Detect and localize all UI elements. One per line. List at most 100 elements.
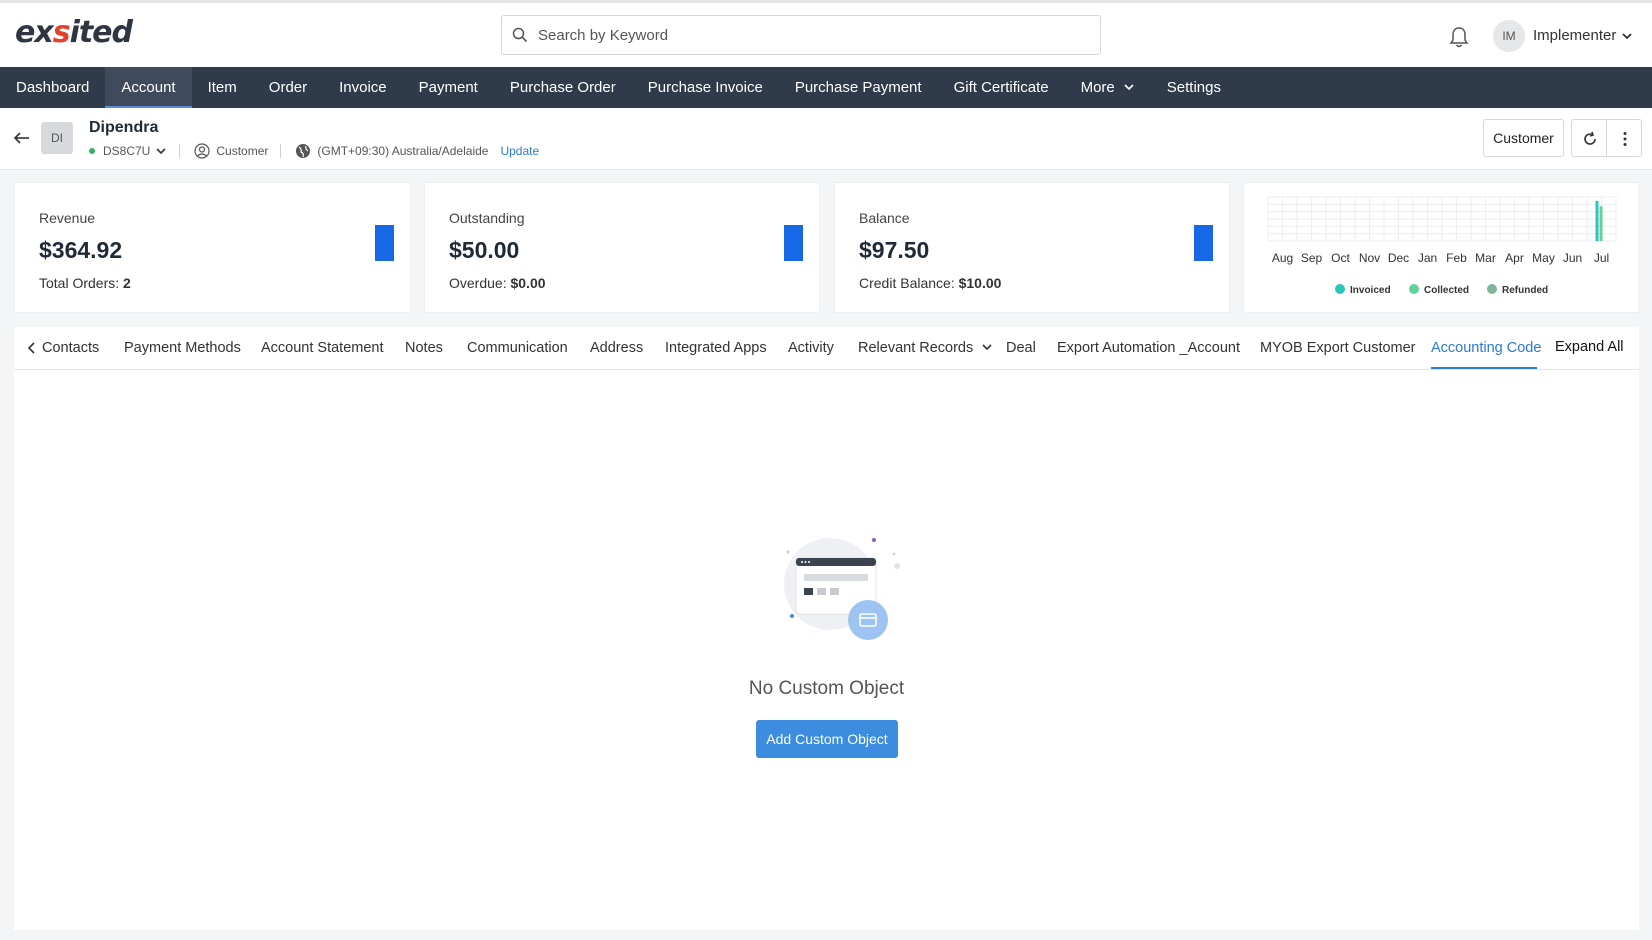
- tab-address[interactable]: Address: [590, 340, 643, 356]
- search-box[interactable]: [501, 15, 1101, 55]
- account-tabs: Contacts Payment Methods Account Stateme…: [14, 327, 1639, 370]
- tab-content: No Custom Object Add Custom Object: [14, 370, 1639, 930]
- card-subtext: Total Orders: 2: [39, 275, 131, 291]
- chart-x-tick-label: Sep: [1301, 251, 1323, 265]
- tab-account-statement[interactable]: Account Statement: [261, 340, 384, 356]
- nav-more-label: More: [1080, 79, 1115, 96]
- tab-export-automation-account[interactable]: Export Automation _Account: [1057, 340, 1240, 356]
- card-sub-value: $0.00: [510, 275, 546, 291]
- card-sub-label: Overdue:: [449, 275, 511, 291]
- card-sub-value: 2: [123, 275, 131, 291]
- nav-item-item[interactable]: Item: [192, 67, 253, 108]
- refresh-icon: [1584, 131, 1596, 145]
- nav-item-purchase-order[interactable]: Purchase Order: [494, 67, 632, 108]
- card-bar-indicator: [784, 225, 803, 261]
- nav-item-gift-certificate[interactable]: Gift Certificate: [938, 67, 1065, 108]
- search-input[interactable]: [538, 16, 1088, 54]
- nav-item-invoice[interactable]: Invoice: [323, 67, 403, 108]
- chart-x-tick-label: Dec: [1388, 251, 1409, 265]
- card-value: $97.50: [859, 237, 930, 263]
- chevron-left-icon[interactable]: [26, 341, 38, 355]
- tab-communication[interactable]: Communication: [467, 340, 568, 356]
- bell-icon[interactable]: [1448, 25, 1470, 49]
- chart-x-tick-label: Mar: [1475, 251, 1496, 265]
- chart-x-tick-label: Jan: [1418, 251, 1437, 265]
- nav-item-account[interactable]: Account: [105, 67, 192, 108]
- logo-text: ex: [15, 15, 54, 50]
- nav-item-purchase-payment[interactable]: Purchase Payment: [779, 67, 938, 108]
- exsited-logo[interactable]: exsited: [15, 15, 133, 50]
- user-name[interactable]: Implementer: [1533, 27, 1616, 44]
- add-custom-object-button[interactable]: Add Custom Object: [756, 720, 898, 758]
- chevron-down-icon: [1124, 84, 1134, 91]
- chart-x-tick-label: May: [1532, 251, 1555, 265]
- chart-bar: [1595, 200, 1599, 241]
- account-avatar: DI: [41, 122, 73, 154]
- logo-text-end: ited: [69, 15, 133, 50]
- tab-integrated-apps[interactable]: Integrated Apps: [665, 340, 767, 356]
- tab-relevant-records[interactable]: Relevant Records: [858, 340, 993, 356]
- nav-item-purchase-invoice[interactable]: Purchase Invoice: [632, 67, 779, 108]
- tab-myob-export-customer[interactable]: MYOB Export Customer: [1260, 340, 1416, 356]
- activity-chart: Aug Sep Oct Nov Dec Jan Feb Mar Apr May Jun Jul Invo…: [1267, 196, 1617, 296]
- user-circle-icon: [194, 143, 210, 159]
- card-label: Balance: [859, 210, 910, 226]
- expand-all-button[interactable]: Expand All: [1555, 339, 1624, 355]
- refresh-button[interactable]: [1571, 119, 1607, 157]
- chart-x-tick-label: Nov: [1359, 251, 1380, 265]
- chevron-down-icon[interactable]: [155, 145, 167, 157]
- tab-deal[interactable]: Deal: [1006, 340, 1036, 356]
- empty-state-illustration: [784, 538, 900, 640]
- activity-chart-card: Aug Sep Oct Nov Dec Jan Feb Mar Apr May Jun Jul Invo…: [1243, 182, 1639, 313]
- card-sub-label: Credit Balance:: [859, 275, 959, 291]
- account-type: Customer: [216, 144, 269, 158]
- chevron-down-icon[interactable]: [1620, 29, 1634, 43]
- active-tab-indicator: [1431, 367, 1537, 369]
- more-options-button[interactable]: [1606, 119, 1642, 157]
- nav-item-dashboard[interactable]: Dashboard: [0, 67, 105, 108]
- customer-button[interactable]: Customer: [1483, 119, 1564, 157]
- globe-icon: [296, 144, 311, 158]
- account-header: DI Dipendra DS8C7U Customer (GMT+09:30) …: [0, 108, 1652, 170]
- tab-activity[interactable]: Activity: [788, 340, 834, 356]
- chart-x-tick-label: Jul: [1594, 251, 1609, 265]
- tab-payment-methods[interactable]: Payment Methods: [124, 340, 241, 356]
- legend-marker: [1335, 284, 1345, 294]
- card-value: $50.00: [449, 237, 520, 263]
- revenue-card: Revenue $364.92 Total Orders: 2: [14, 182, 411, 313]
- tab-accounting-code[interactable]: Accounting Code: [1431, 340, 1541, 356]
- card-bar-indicator: [1194, 225, 1213, 261]
- card-subtext: Credit Balance: $10.00: [859, 275, 1001, 291]
- nav-item-order[interactable]: Order: [253, 67, 323, 108]
- chart-x-tick-label: Aug: [1272, 251, 1293, 265]
- legend-label: Refunded: [1502, 285, 1548, 296]
- chart-bar: [1599, 206, 1603, 241]
- search-icon: [512, 27, 528, 43]
- status-dot: [89, 148, 95, 154]
- user-avatar[interactable]: IM: [1493, 20, 1525, 52]
- card-label: Revenue: [39, 210, 96, 226]
- update-timezone-link[interactable]: Update: [500, 144, 539, 158]
- account-code[interactable]: DS8C7U: [103, 144, 150, 158]
- legend-marker: [1409, 284, 1419, 294]
- logo-accent: s: [52, 15, 71, 50]
- tab-contacts[interactable]: Contacts: [42, 340, 99, 356]
- top-header: exsited IM Implementer: [0, 0, 1652, 67]
- nav-item-settings[interactable]: Settings: [1151, 67, 1237, 108]
- nav-item-more[interactable]: More: [1065, 67, 1151, 108]
- balance-card: Balance $97.50 Credit Balance: $10.00: [834, 182, 1230, 313]
- card-sub-value: $10.00: [958, 275, 1002, 291]
- card-value: $364.92: [39, 237, 123, 263]
- main-nav: Dashboard Account Item Order Invoice Pay…: [0, 67, 1652, 108]
- account-name: Dipendra: [89, 119, 159, 136]
- account-meta: DS8C7U Customer (GMT+09:30) Australia/Ad…: [89, 143, 539, 159]
- nav-item-payment[interactable]: Payment: [403, 67, 494, 108]
- empty-state-title: No Custom Object: [748, 678, 905, 699]
- legend-marker: [1487, 284, 1497, 294]
- tab-notes[interactable]: Notes: [405, 340, 443, 356]
- divider: [179, 144, 181, 158]
- chevron-down-icon: [982, 344, 992, 351]
- legend-label: Invoiced: [1350, 285, 1391, 296]
- back-arrow-icon[interactable]: [13, 130, 31, 146]
- legend-label: Collected: [1424, 285, 1469, 296]
